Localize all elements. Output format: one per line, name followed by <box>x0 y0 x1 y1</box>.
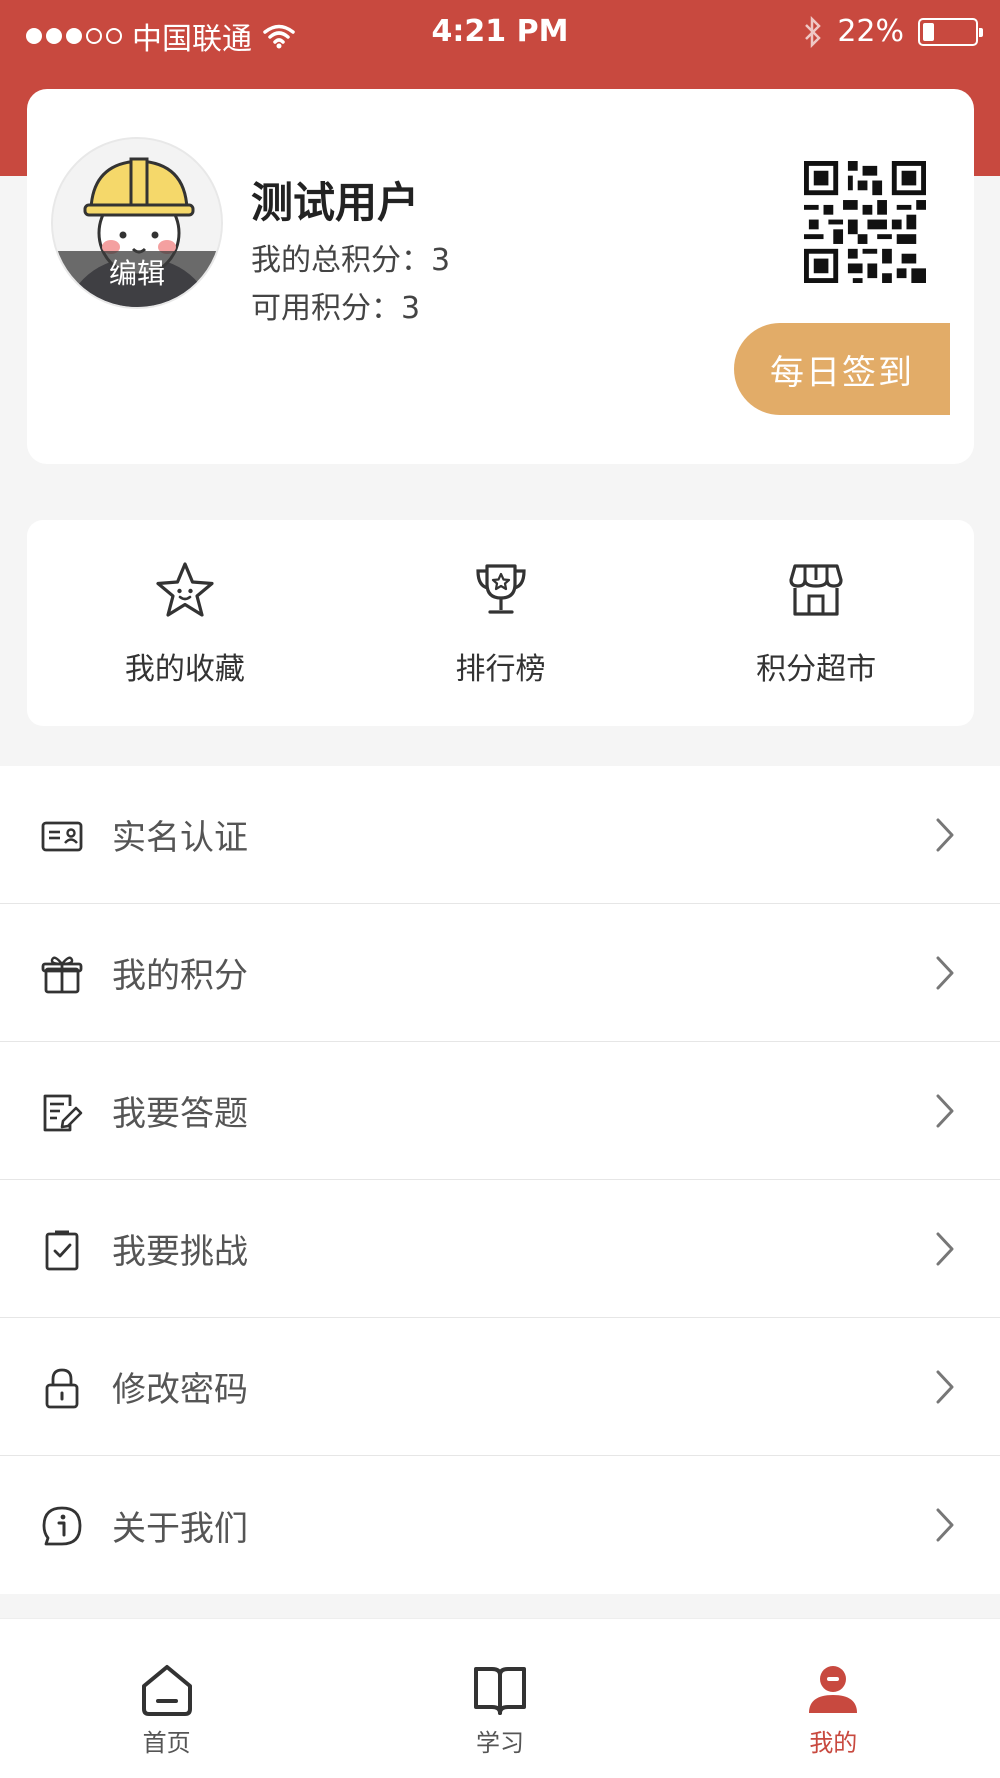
menu-item-label: 关于我们 <box>112 1508 248 1549</box>
bluetooth-icon <box>805 15 822 48</box>
menu-list: 实名认证 我的积分 我要答题 我要挑战 修改密码 关于我们 <box>0 766 1000 1594</box>
menu-item-label: 我要挑战 <box>112 1232 248 1272</box>
menu-item-change-password[interactable]: 修改密码 <box>0 1318 1000 1456</box>
status-bar: 中国联通 4:21 PM 22% <box>0 0 1000 64</box>
menu-item-about-us[interactable]: 关于我们 <box>0 1456 1000 1594</box>
avatar[interactable]: 编辑 <box>51 137 223 309</box>
battery-icon <box>918 17 983 46</box>
home-icon <box>141 1665 192 1716</box>
profile-card: 编辑 测试用户 我的总积分：3 可用积分：3 每日签到 <box>27 89 974 464</box>
store-icon <box>789 564 843 616</box>
info-icon <box>42 1506 82 1546</box>
menu-item-real-name-verification[interactable]: 实名认证 <box>0 766 1000 904</box>
menu-item-label: 修改密码 <box>112 1370 248 1410</box>
tab-home[interactable]: 首页 <box>0 1619 333 1778</box>
quick-link-label: 积分超市 <box>756 652 877 687</box>
tab-bar: 首页 学习 我的 <box>0 1618 1000 1778</box>
total-points: 我的总积分：3 <box>251 243 451 278</box>
tab-label: 首页 <box>142 1729 191 1757</box>
user-icon <box>809 1666 858 1713</box>
quick-link-points-store[interactable]: 积分超市 <box>658 520 974 726</box>
chevron-right-icon <box>936 956 954 990</box>
lock-icon <box>45 1368 79 1409</box>
chevron-right-icon <box>936 1094 954 1128</box>
tab-label: 我的 <box>809 1729 858 1757</box>
book-icon <box>473 1667 526 1715</box>
battery-percent: 22% <box>837 14 904 49</box>
battery-level <box>923 22 934 41</box>
menu-item-my-points[interactable]: 我的积分 <box>0 904 1000 1042</box>
daily-checkin-button[interactable]: 每日签到 <box>734 323 950 415</box>
tab-label: 学习 <box>475 1729 524 1757</box>
id-card-icon <box>41 821 83 852</box>
menu-item-challenge[interactable]: 我要挑战 <box>0 1180 1000 1318</box>
status-right: 22% <box>803 14 983 49</box>
quick-link-favorites[interactable]: 我的收藏 <box>27 520 343 726</box>
chevron-right-icon <box>936 1370 954 1404</box>
avatar-edit-label[interactable]: 编辑 <box>53 251 221 307</box>
trophy-icon <box>475 564 526 614</box>
checklist-icon <box>45 1230 79 1271</box>
chevron-right-icon <box>936 1508 954 1542</box>
quick-link-label: 排行榜 <box>455 652 546 687</box>
tab-study[interactable]: 学习 <box>333 1619 666 1778</box>
tab-mine[interactable]: 我的 <box>667 1619 1000 1778</box>
quick-links-card: 我的收藏 排行榜 积分超市 <box>27 520 974 726</box>
menu-item-label: 我要答题 <box>112 1094 248 1134</box>
quick-link-label: 我的收藏 <box>124 652 245 687</box>
menu-item-label: 我的积分 <box>112 956 248 996</box>
gift-icon <box>41 956 83 994</box>
chevron-right-icon <box>936 1232 954 1266</box>
star-icon <box>156 562 214 617</box>
menu-item-label: 实名认证 <box>112 818 248 858</box>
menu-item-answer-questions[interactable]: 我要答题 <box>0 1042 1000 1180</box>
chevron-right-icon <box>936 818 954 852</box>
user-name: 测试用户 <box>251 178 420 227</box>
edit-doc-icon <box>43 1094 83 1132</box>
quick-link-ranking[interactable]: 排行榜 <box>343 520 659 726</box>
qr-code-icon[interactable] <box>804 161 926 283</box>
available-points: 可用积分：3 <box>251 291 421 326</box>
